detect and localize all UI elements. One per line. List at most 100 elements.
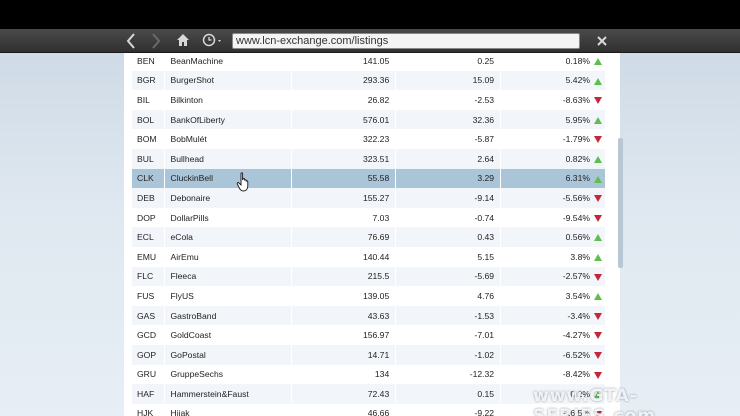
table-row[interactable]: CLK CluckinBell 55.58 3.29 6.31% [132, 168, 606, 189]
table-row[interactable]: GRU GruppeSechs 134 -12.32 -8.42% [132, 364, 606, 385]
symbol-cell: HAF [132, 384, 166, 404]
name-cell-text: Hammerstein&Faust [170, 388, 249, 399]
arrow-down-icon [594, 371, 602, 379]
name-cell-text: Fleeca [170, 271, 197, 282]
home-icon[interactable] [173, 31, 193, 51]
arrow-up-icon [594, 156, 602, 163]
change-cell-text: 32.36 [472, 114, 495, 125]
change-cell-text: 0.25 [477, 55, 495, 66]
percent-cell-text: 3.54% [565, 290, 590, 301]
price-cell-text: 139.05 [362, 290, 390, 301]
table-row[interactable]: BIL Bilkinton 26.82 -2.53 -8.63% [132, 90, 606, 110]
name-cell-text: GoldCoast [170, 330, 212, 341]
arrow-down-icon [594, 214, 602, 222]
price-cell-text: 72.43 [367, 388, 390, 399]
table-row[interactable]: BEN BeanMachine 141.05 0.25 0.18% [132, 53, 606, 71]
symbol-cell-text: GRU [137, 369, 157, 380]
name-cell-text: BankOfLiberty [170, 114, 225, 125]
price-cell: 26.82 [291, 90, 397, 110]
price-cell-text: 293.36 [362, 75, 390, 86]
table-row[interactable]: FUS FlyUS 139.05 4.76 3.54% [132, 286, 606, 306]
table-row[interactable]: EMU AirEmu 140.44 5.15 3.8% [132, 246, 606, 267]
price-cell-text: 141.05 [362, 55, 390, 66]
percent-cell-text: 0.82% [565, 153, 590, 164]
symbol-cell-text: GCD [137, 330, 157, 341]
name-cell-text: CluckinBell [170, 173, 213, 184]
arrow-down-icon [594, 273, 602, 281]
change-cell: -2.53 [395, 90, 502, 110]
symbol-cell-text: HAF [137, 388, 155, 399]
percent-cell-text: -2.57% [562, 271, 590, 282]
price-cell-text: 14.71 [367, 349, 390, 360]
back-icon[interactable] [121, 31, 141, 51]
table-row[interactable]: DEB Debonaire 155.27 -9.14 -5.56% [132, 188, 606, 208]
table-row[interactable]: GCD GoldCoast 156.97 -7.01 -4.27% [132, 325, 606, 345]
percent-cell: 6.31% [500, 168, 606, 189]
history-icon[interactable] [200, 31, 226, 51]
change-cell: -9.14 [395, 188, 502, 208]
change-cell-text: 3.29 [477, 173, 495, 184]
symbol-cell: ECL [132, 227, 166, 247]
percent-cell: -8.42% [500, 364, 606, 385]
change-cell-text: 2.64 [477, 153, 495, 164]
name-cell: Fleeca [164, 266, 293, 287]
symbol-cell-text: GAS [137, 310, 156, 321]
arrow-down-icon [594, 97, 602, 105]
price-cell: 55.58 [291, 168, 397, 189]
table-row[interactable]: FLC Fleeca 215.5 -5.69 -2.57% [132, 266, 606, 287]
change-cell: 0.43 [395, 227, 502, 247]
url-field[interactable]: www.lcn-exchange.com/listings [232, 33, 580, 49]
table-row[interactable]: ECL eCola 76.69 0.43 0.56% [132, 227, 606, 247]
change-cell-text: -0.74 [474, 212, 495, 223]
change-cell-text: -1.53 [474, 310, 495, 321]
change-cell: 4.76 [395, 286, 502, 306]
name-cell: GastroBand [164, 305, 293, 326]
price-cell-text: 323.51 [362, 153, 390, 164]
name-cell-text: FlyUS [170, 290, 194, 301]
name-cell: Hijak [164, 403, 293, 416]
change-cell: -1.02 [395, 344, 502, 365]
price-cell: 293.36 [291, 70, 397, 91]
table-row[interactable]: DOP DollarPills 7.03 -0.74 -9.54% [132, 207, 606, 228]
forward-icon[interactable] [146, 31, 166, 51]
arrow-down-icon [594, 195, 602, 203]
scrollbar[interactable] [618, 138, 623, 268]
symbol-cell: EMU [132, 246, 166, 267]
symbol-cell-text: BOM [137, 134, 157, 145]
change-cell: -5.69 [395, 266, 502, 287]
percent-cell: -6.52% [500, 344, 606, 365]
table-row[interactable]: BGR BurgerShot 293.36 15.09 5.42% [132, 70, 606, 91]
table-row[interactable]: GAS GastroBand 43.63 -1.53 -3.4% [132, 305, 606, 326]
close-icon[interactable] [593, 31, 611, 51]
table-row[interactable]: GOP GoPostal 14.71 -1.02 -6.52% [132, 344, 606, 365]
name-cell-text: BurgerShot [170, 75, 214, 86]
table-row[interactable]: BUL Bullhead 323.51 2.64 0.82% [132, 148, 606, 169]
price-cell: 139.05 [291, 286, 397, 306]
name-cell: BeanMachine [164, 53, 293, 71]
percent-cell: 5.95% [500, 109, 606, 130]
change-cell: 2.64 [395, 148, 502, 169]
listings-table: BEN BeanMachine 141.05 0.25 0.18% BGR BurgerSh… [132, 53, 606, 416]
percent-cell: 5.42% [500, 70, 606, 91]
percent-cell-text: 6.31% [565, 173, 590, 184]
symbol-cell: FLC [132, 266, 166, 287]
table-row[interactable]: BOM BobMulét 322.23 -5.87 -1.79% [132, 129, 606, 149]
symbol-cell-text: EMU [137, 251, 157, 262]
price-cell-text: 134 [374, 369, 390, 380]
percent-cell: -9.54% [500, 207, 606, 228]
table-row[interactable]: BOL BankOfLiberty 576.01 32.36 5.95% [132, 109, 606, 130]
change-cell: 15.09 [395, 70, 502, 91]
change-cell-text: 15.09 [472, 75, 495, 86]
price-cell-text: 26.82 [367, 94, 390, 105]
percent-cell-text: 3.8% [570, 251, 590, 262]
percent-cell: -3.4% [500, 305, 606, 326]
symbol-cell: BGR [132, 70, 166, 91]
change-cell-text: 0.43 [477, 232, 495, 243]
change-cell-text: -2.53 [474, 94, 495, 105]
price-cell-text: 215.5 [367, 271, 390, 282]
percent-cell-text: -8.42% [562, 369, 590, 380]
name-cell-text: GoPostal [170, 349, 206, 360]
name-cell: DollarPills [164, 207, 293, 228]
name-cell-text: DollarPills [170, 212, 209, 223]
symbol-cell-text: BIL [137, 94, 150, 105]
